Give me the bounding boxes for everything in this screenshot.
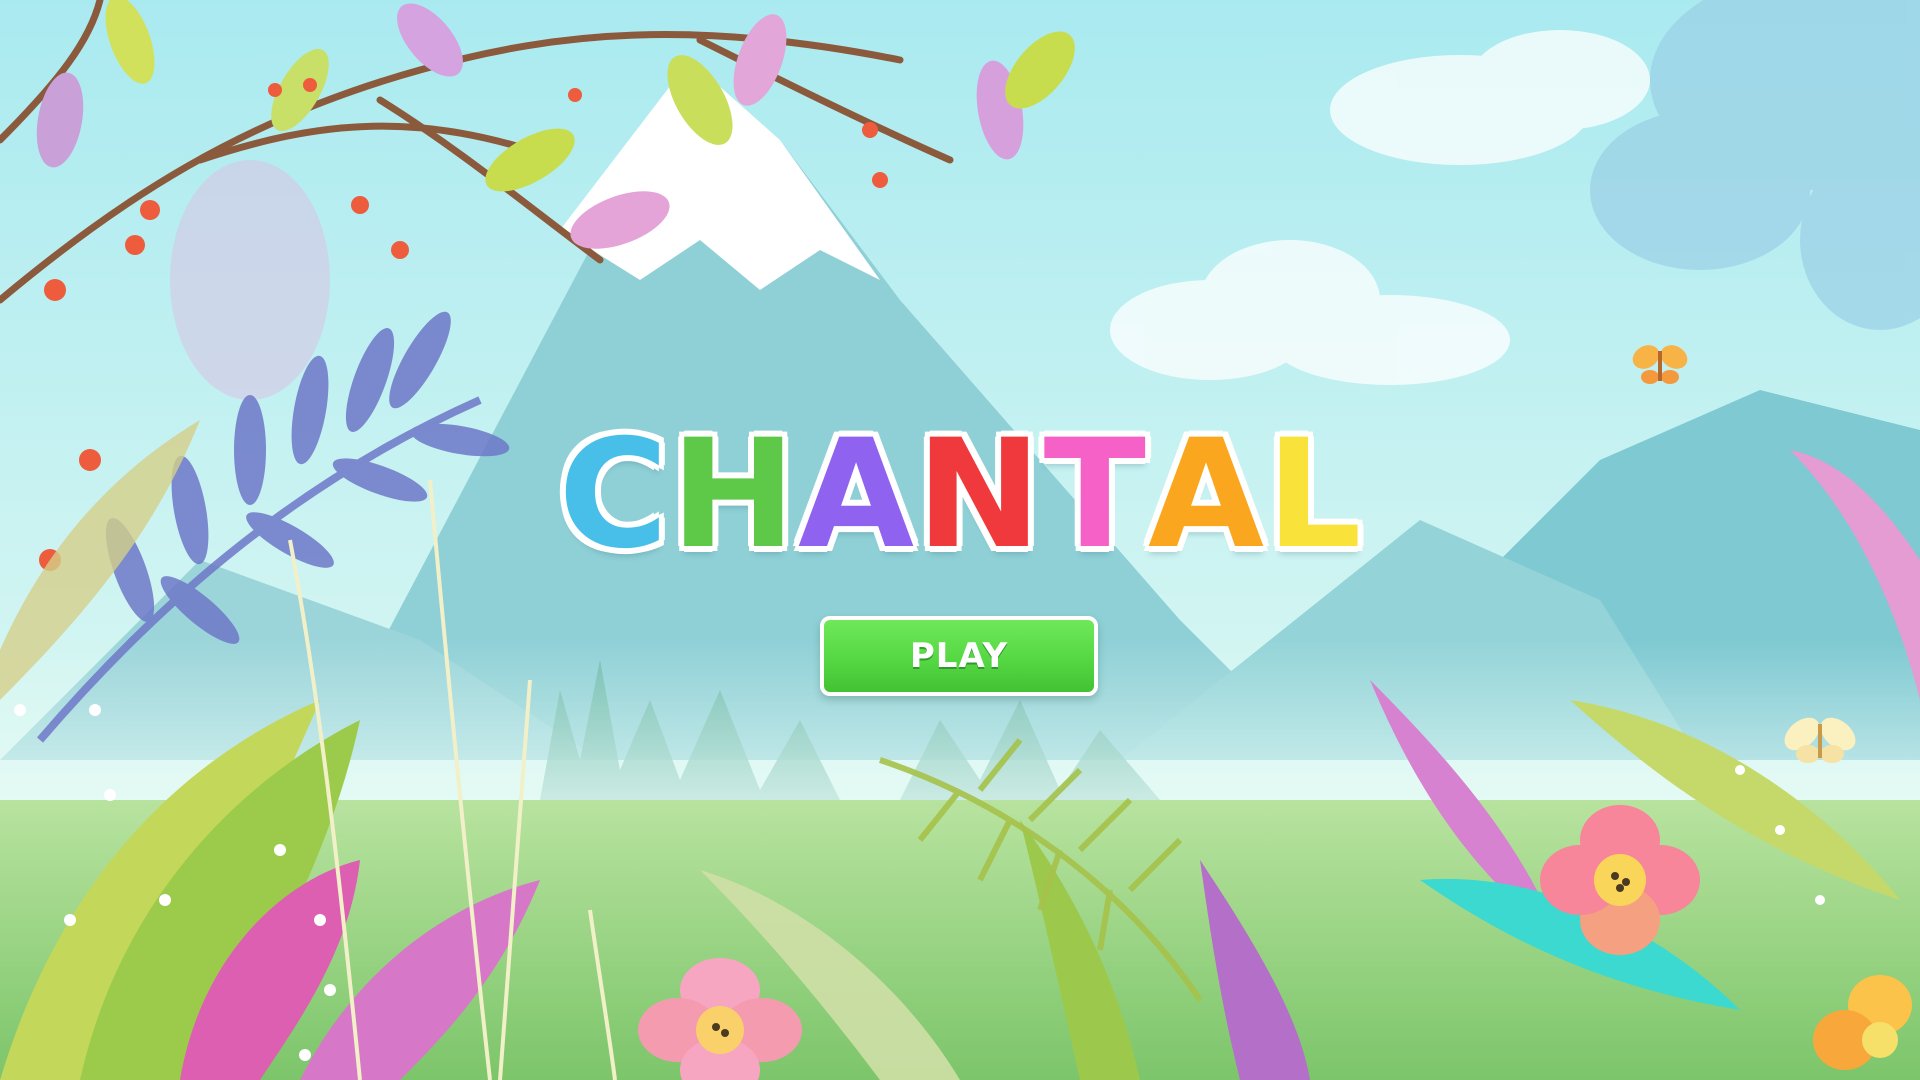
title-letter: C [556, 408, 670, 582]
title-letter: A [1146, 408, 1266, 582]
title-letter: N [914, 408, 1044, 582]
play-button[interactable]: PLAY [820, 616, 1098, 696]
title-letter: H [668, 408, 798, 582]
title-letter: L [1264, 408, 1364, 582]
title-area: CHANTAL [0, 395, 1920, 595]
game-title: CHANTAL [556, 408, 1364, 582]
title-letter: A [796, 408, 916, 582]
play-button-label: PLAY [909, 636, 1009, 676]
title-letter: T [1042, 408, 1148, 582]
